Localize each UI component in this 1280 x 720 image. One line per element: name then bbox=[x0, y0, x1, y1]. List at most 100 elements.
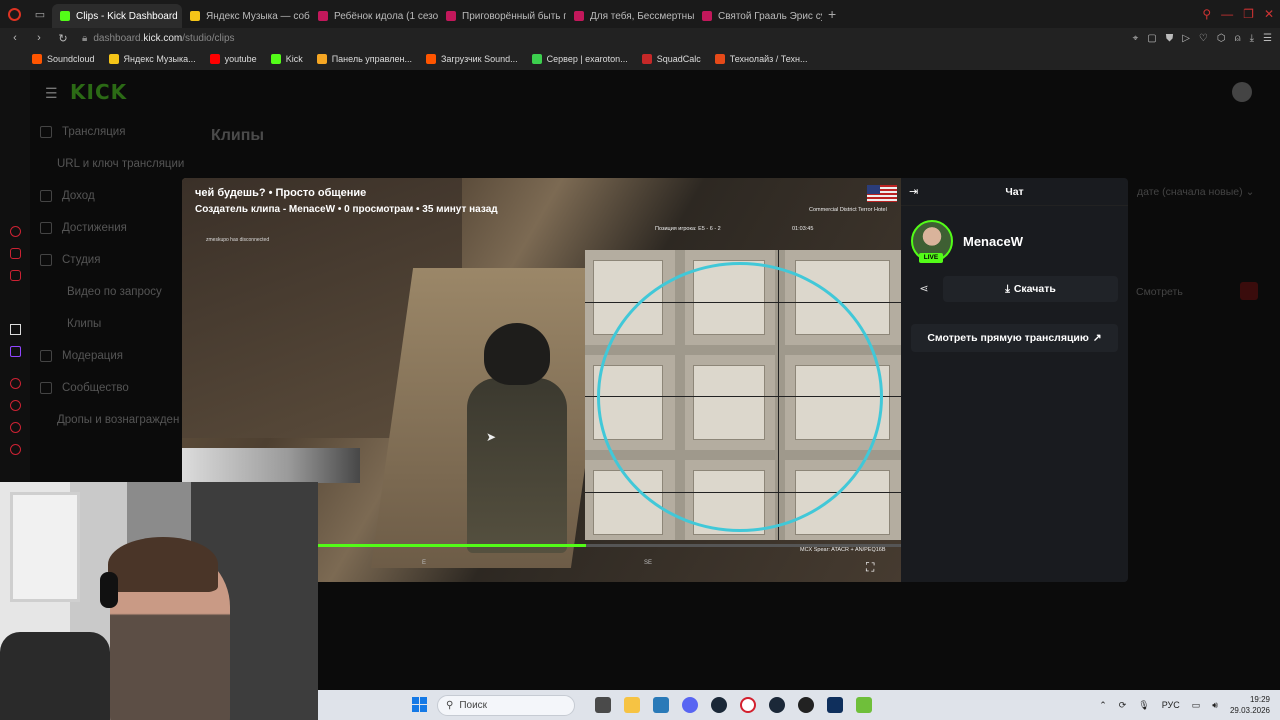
delete-clip-button[interactable] bbox=[1240, 282, 1258, 300]
sidebar-aria-icon[interactable] bbox=[10, 324, 21, 335]
sidebar-history-icon[interactable] bbox=[10, 400, 21, 411]
sidebar-twitch-icon[interactable] bbox=[10, 346, 21, 357]
microphone-icon[interactable]: 🎙︎ bbox=[1138, 700, 1149, 711]
bookmark-item[interactable]: Сервер | exaroton... bbox=[531, 54, 628, 64]
bookmark-item[interactable]: Панель управлен... bbox=[316, 54, 412, 64]
sidebar-messenger-icon[interactable] bbox=[10, 226, 21, 237]
watch-live-label: Смотреть прямую трансляцию bbox=[927, 332, 1089, 344]
watch-live-button[interactable]: Смотреть прямую трансляцию ↗ bbox=[911, 324, 1118, 352]
search-placeholder: Поиск bbox=[459, 700, 488, 711]
sidebar-nav-item[interactable]: Модерация bbox=[40, 340, 190, 372]
browser-tab[interactable]: Clips - Kick Dashboard✕ bbox=[52, 4, 182, 28]
sidebar-settings-icon[interactable] bbox=[10, 444, 21, 455]
reload-icon[interactable]: ↻ bbox=[54, 32, 72, 45]
file-explorer-icon[interactable] bbox=[624, 697, 640, 713]
bookmark-label: SquadCalc bbox=[656, 54, 701, 64]
nav-item-label: URL и ключ трансляции bbox=[57, 158, 185, 170]
sidebar-player-icon[interactable] bbox=[10, 378, 21, 389]
play-icon[interactable]: ▷ bbox=[1182, 33, 1190, 44]
easy-setup-icon[interactable]: ☰ bbox=[1263, 33, 1272, 44]
extensions-icon[interactable]: ⬡ bbox=[1217, 33, 1226, 44]
fullscreen-icon[interactable]: ⛶ bbox=[866, 560, 874, 575]
tab-label: Святой Грааль Эрис субт bbox=[718, 10, 822, 22]
nav-item-label: Трансляция bbox=[62, 126, 126, 138]
bookmark-item[interactable]: Загрузчик Sound... bbox=[425, 54, 518, 64]
webcam-overlay-top bbox=[182, 448, 360, 483]
bookmark-item[interactable]: SquadCalc bbox=[641, 54, 701, 64]
tray-overflow-icon[interactable]: ⌃ bbox=[1099, 700, 1107, 711]
browser-tab[interactable]: Святой Грааль Эрис субт bbox=[694, 4, 822, 28]
new-tab-button[interactable]: + bbox=[822, 6, 842, 22]
snapshot-icon[interactable]: ▢ bbox=[1147, 33, 1156, 44]
clock-date: 29.03.2026 bbox=[1229, 706, 1270, 715]
opera-taskbar-icon[interactable] bbox=[740, 697, 756, 713]
sidebar-extensions-icon[interactable] bbox=[10, 422, 21, 433]
menu-icon[interactable]: ☰ bbox=[45, 85, 58, 102]
account-icon[interactable]: ⍝ bbox=[1235, 33, 1241, 44]
close-window-button[interactable]: ✕ bbox=[1264, 7, 1274, 21]
game-compass: E SE bbox=[422, 560, 652, 574]
heart-icon[interactable]: ♡ bbox=[1199, 33, 1208, 44]
task-view-icon[interactable] bbox=[595, 697, 611, 713]
store-icon[interactable] bbox=[653, 697, 669, 713]
sidebar-nav-item[interactable]: Студия⌃ bbox=[40, 244, 190, 276]
sidebar-nav-item[interactable]: Клипы bbox=[40, 308, 190, 340]
video-progress-bar[interactable] bbox=[318, 544, 901, 547]
forward-icon[interactable]: › bbox=[30, 32, 48, 44]
back-icon[interactable]: ‹ bbox=[6, 32, 24, 44]
github-icon[interactable] bbox=[798, 697, 814, 713]
opera-menu-icon[interactable] bbox=[0, 0, 28, 28]
bookmark-item[interactable]: Kick bbox=[270, 54, 303, 64]
bookmark-item[interactable]: Яндекс Музыка... bbox=[108, 54, 196, 64]
channel-name[interactable]: MenaceW bbox=[963, 234, 1023, 249]
browser-tab[interactable]: Яндекс Музыка — собир bbox=[182, 4, 310, 28]
sidebar-nav-item[interactable]: Доход bbox=[40, 180, 190, 212]
tab-favicon-icon bbox=[60, 11, 70, 21]
clock[interactable]: 19:29 29.03.2026 bbox=[1230, 694, 1270, 716]
bookmark-item[interactable]: Soundcloud bbox=[32, 54, 95, 64]
bookmark-favicon-icon bbox=[270, 54, 281, 64]
minecraft-icon[interactable] bbox=[856, 697, 872, 713]
url-field[interactable]: 🔒︎ dashboard.kick.com/studio/clips bbox=[82, 33, 235, 44]
kick-logo[interactable]: KICK bbox=[70, 80, 127, 104]
pin-icon[interactable]: ⌖ bbox=[1133, 33, 1139, 44]
steam-icon[interactable] bbox=[711, 697, 727, 713]
maximize-button[interactable]: ❐ bbox=[1243, 7, 1254, 21]
vscode-icon[interactable] bbox=[827, 697, 843, 713]
sidebar-nav-item[interactable]: Трансляция bbox=[40, 116, 190, 148]
network-icon[interactable]: ▭ bbox=[1192, 700, 1201, 711]
game-event-text: zmeskupo has disconnected bbox=[206, 237, 270, 243]
sidebar-nav-item[interactable]: Видео по запросу bbox=[40, 276, 190, 308]
sidebar-music-icon[interactable] bbox=[10, 248, 21, 259]
user-avatar[interactable] bbox=[1232, 82, 1252, 102]
sidebar-mail-icon[interactable] bbox=[10, 270, 21, 281]
discord-icon[interactable] bbox=[682, 697, 698, 713]
download-icon[interactable]: ⤓ bbox=[1250, 33, 1254, 44]
sidebar-nav-item[interactable]: Достижения bbox=[40, 212, 190, 244]
nav-item-label: Клипы bbox=[67, 318, 102, 330]
download-button[interactable]: ⤓ Скачать bbox=[943, 276, 1118, 302]
sort-dropdown[interactable]: дате (сначала новые) ⌄ bbox=[1137, 186, 1254, 198]
browser-tab[interactable]: Ребёнок идола (1 сезон) bbox=[310, 4, 438, 28]
sidebar-nav-item[interactable]: Сообщество⌄ bbox=[40, 372, 190, 404]
tray-app-icon[interactable]: ⟳ bbox=[1119, 700, 1127, 711]
adblock-icon[interactable]: ⛊ bbox=[1166, 33, 1174, 44]
browser-tab[interactable]: Для тебя, Бессмертный bbox=[566, 4, 694, 28]
minimize-button[interactable]: — bbox=[1221, 7, 1233, 21]
sidebar-nav-item[interactable]: Дропы и вознагражден bbox=[40, 404, 190, 436]
taskbar-search[interactable]: ⚲ Поиск bbox=[437, 695, 575, 716]
start-button[interactable] bbox=[412, 697, 427, 712]
tab-list-icon[interactable]: ▭ bbox=[28, 0, 52, 28]
bookmark-item[interactable]: Технолайз / Техн... bbox=[714, 54, 808, 64]
sidebar-nav-item[interactable]: URL и ключ трансляции bbox=[40, 148, 190, 180]
watch-clip-link[interactable]: Смотреть bbox=[1136, 286, 1183, 298]
browser-tabbar: ▭ Clips - Kick Dashboard✕Яндекс Музыка —… bbox=[0, 0, 1280, 28]
browser-tab[interactable]: Приговорённый быть гер bbox=[438, 4, 566, 28]
share-button[interactable]: ⋖ bbox=[910, 277, 938, 301]
language-indicator[interactable]: РУС bbox=[1162, 700, 1180, 710]
tab-favicon-icon bbox=[318, 11, 328, 21]
bookmark-item[interactable]: youtube bbox=[209, 54, 257, 64]
search-tabs-icon[interactable]: ⚲ bbox=[1202, 7, 1211, 21]
steam-app-icon[interactable] bbox=[769, 697, 785, 713]
volume-icon[interactable]: 🔊︎ bbox=[1212, 700, 1218, 711]
